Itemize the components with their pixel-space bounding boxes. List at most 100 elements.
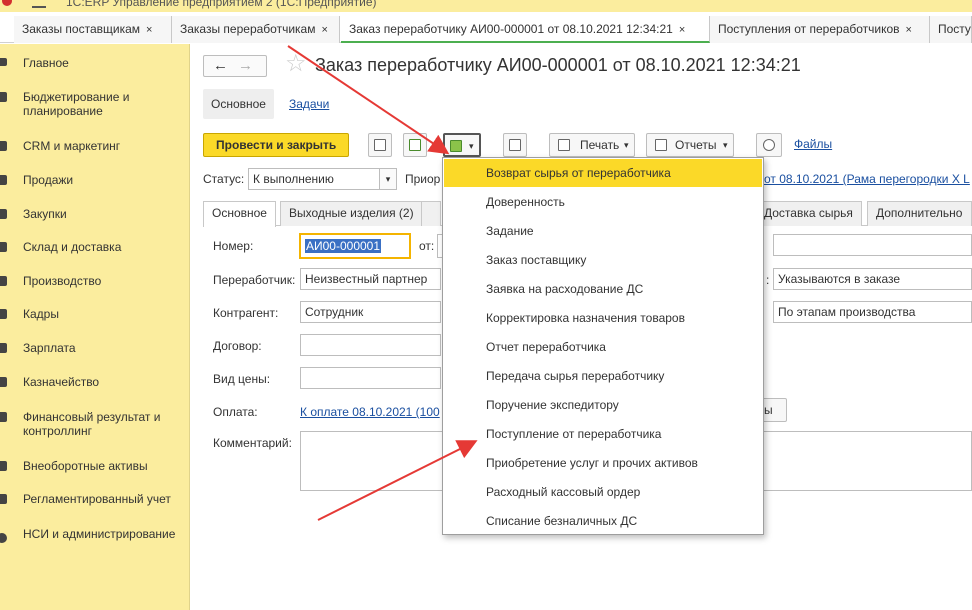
tab-outputs[interactable]: Выходные изделия (2) — [280, 201, 423, 226]
close-icon[interactable]: × — [321, 24, 327, 36]
paperclip-icon — [763, 139, 775, 151]
menu-item-expense-request[interactable]: Заявка на расходование ДС — [444, 275, 762, 303]
list-icon — [509, 139, 521, 151]
chevron-down-icon: ▾ — [469, 141, 474, 151]
create-based-on-menu: Возврат сырья от переработчика Доверенно… — [442, 157, 764, 535]
menu-icon[interactable] — [32, 6, 46, 8]
print-label: Печать — [580, 138, 620, 152]
sidebar-item-label: Зарплата — [23, 341, 76, 355]
tab-label: Заказ переработчику АИ00-000001 от 08.10… — [349, 22, 673, 36]
price-type-field[interactable] — [300, 367, 441, 389]
menu-icon — [0, 58, 7, 66]
number-field[interactable]: АИ00-000001 — [299, 233, 411, 259]
right-empty-field[interactable] — [773, 234, 972, 256]
menu-item-processor-report[interactable]: Отчет переработчика — [444, 333, 762, 361]
gear-icon — [0, 533, 7, 543]
structure-button[interactable] — [503, 133, 527, 157]
tab-processor-orders[interactable]: Заказы переработчикам × — [172, 16, 340, 43]
forward-button[interactable]: → — [238, 57, 253, 75]
close-icon[interactable]: × — [679, 24, 685, 36]
close-icon[interactable]: × — [906, 24, 912, 36]
status-label: Статус: — [203, 172, 245, 186]
save-button[interactable] — [368, 133, 392, 157]
tab-label: Поступления от переработчиков — [718, 22, 900, 36]
processor-field[interactable]: Неизвестный партнер — [300, 268, 441, 290]
tab-hidden[interactable] — [421, 201, 441, 226]
toolbar: Провести и закрыть ▾ Печать ▾ Отчеты ▾ Фай… — [203, 133, 972, 157]
save-icon — [374, 139, 386, 151]
sales-icon — [0, 175, 7, 185]
window-titlebar: 1С:ERP Управление предприятием 2 (1С:Пре… — [0, 0, 972, 12]
number-label: Номер: — [213, 239, 254, 253]
attach-button[interactable] — [756, 133, 782, 157]
processing-terms-field[interactable]: Указываются в заказе — [773, 268, 972, 290]
open-tabs-bar: Заказы поставщикам × Заказы переработчика… — [0, 13, 972, 43]
contractor-label: Контрагент: — [213, 306, 279, 320]
warehouse-icon — [0, 242, 7, 252]
status-field[interactable]: К выполнению — [248, 168, 380, 190]
files-link[interactable]: Файлы — [794, 137, 832, 151]
payment-label: Оплата: — [213, 405, 258, 419]
tab-current-order[interactable]: Заказ переработчику АИ00-000001 от 08.10… — [341, 16, 710, 43]
menu-item-forwarder-order[interactable]: Поручение экспедитору — [444, 391, 762, 419]
price-type-label: Вид цены: — [213, 372, 271, 386]
menu-item-raw-transfer[interactable]: Передача сырья переработчику — [444, 362, 762, 390]
close-icon[interactable]: × — [146, 24, 152, 36]
payment-link[interactable]: К оплате 08.10.2021 (100 — [300, 405, 440, 419]
tab-main[interactable]: Основное — [203, 201, 276, 227]
menu-item-services-purchase[interactable]: Приобретение услуг и прочих активов — [444, 449, 762, 477]
sidebar-item-label: Финансовый результат и контроллинг — [23, 410, 161, 438]
menu-item-noncash-writeoff[interactable]: Списание безналичных ДС — [444, 507, 762, 535]
contract-field[interactable] — [300, 334, 441, 356]
tab-extra[interactable]: Дополнительно — [867, 201, 972, 226]
menu-item-processor-receipt[interactable]: Поступление от переработчика — [444, 420, 762, 448]
app-logo-icon — [2, 0, 12, 6]
print-button[interactable]: Печать ▾ — [549, 133, 635, 157]
back-button[interactable]: ← — [213, 57, 228, 75]
page-title: Заказ переработчику АИ00-000001 от 08.10… — [315, 55, 801, 75]
priority-label: Приор — [405, 172, 441, 186]
tab-delivery[interactable]: Доставка сырья — [755, 201, 862, 226]
menu-item-task[interactable]: Задание — [444, 217, 762, 245]
post-icon — [409, 139, 421, 151]
create-based-on-icon — [450, 140, 462, 152]
tab-label: Заказы переработчикам — [180, 22, 316, 36]
crm-icon — [0, 141, 7, 151]
chevron-down-icon: ▾ — [624, 140, 629, 150]
menu-item-power-of-attorney[interactable]: Доверенность — [444, 188, 762, 216]
from-label: от: — [419, 239, 435, 253]
comment-label: Комментарий: — [213, 436, 292, 450]
contractor-field[interactable]: Сотрудник — [300, 301, 441, 323]
reports-button[interactable]: Отчеты ▾ — [646, 133, 734, 157]
treasury-icon — [0, 377, 7, 387]
create-based-on-button[interactable]: ▾ — [443, 133, 481, 157]
menu-item-goods-correction[interactable]: Корректировка назначения товаров — [444, 304, 762, 332]
section-tasks[interactable]: Задачи — [281, 89, 337, 119]
post-button[interactable] — [403, 133, 427, 157]
purchases-icon — [0, 209, 7, 219]
sidebar-item-label: Кадры — [23, 307, 59, 321]
status-dropdown[interactable]: ▾ — [379, 168, 397, 190]
tab-label: Заказы поставщикам — [22, 22, 141, 36]
finance-icon — [0, 412, 7, 422]
menu-item-cash-outflow[interactable]: Расходный кассовый ордер — [444, 478, 762, 506]
menu-item-raw-return[interactable]: Возврат сырья от переработчика — [444, 159, 762, 187]
sidebar-item-label: Внеоборотные активы — [23, 459, 148, 473]
favorite-star-icon[interactable]: ☆ — [285, 52, 307, 76]
accounting-icon — [0, 494, 7, 504]
tab-receipts-partial[interactable]: Посту — [930, 16, 972, 43]
section-main[interactable]: Основное — [203, 89, 274, 119]
sidebar-item-label: Бюджетирование и планирование — [23, 90, 130, 118]
printer-icon — [558, 139, 570, 151]
post-and-close-button[interactable]: Провести и закрыть — [203, 133, 350, 157]
tab-processor-receipts[interactable]: Поступления от переработчиков × — [710, 16, 930, 43]
base-document-link[interactable]: от 08.10.2021 (Рама перегородки Х L — [764, 172, 970, 186]
production-icon — [0, 276, 7, 286]
sidebar-item-label: Казначейство — [23, 375, 100, 389]
menu-item-supplier-order[interactable]: Заказ поставщику — [444, 246, 762, 274]
tab-supplier-orders[interactable]: Заказы поставщикам × — [14, 16, 172, 43]
sidebar-item-label: НСИ и администрирование — [23, 527, 176, 541]
chevron-down-icon: ▾ — [385, 174, 391, 184]
budget-icon — [0, 92, 7, 102]
production-mode-field[interactable]: По этапам производства — [773, 301, 972, 323]
